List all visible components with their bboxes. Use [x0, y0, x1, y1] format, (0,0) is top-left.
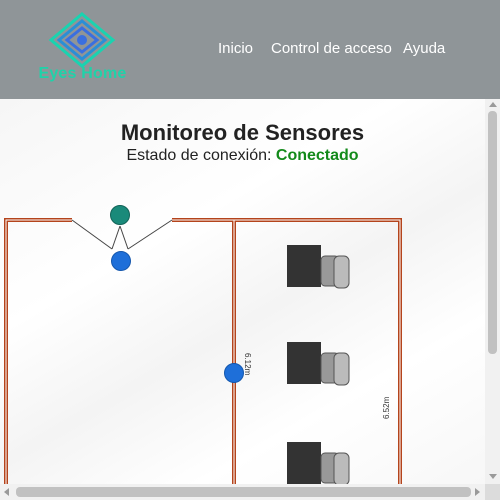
desk-2 [287, 342, 350, 386]
desk-3 [287, 442, 350, 484]
scroll-up-arrow-icon[interactable] [489, 102, 497, 107]
sensor-teal[interactable] [110, 205, 130, 225]
vertical-scrollbar[interactable] [485, 99, 500, 484]
eye-diamond-icon [48, 12, 116, 68]
dimension-label-room: 6.52m [382, 396, 391, 419]
scroll-left-arrow-icon[interactable] [4, 488, 9, 496]
nav-link-inicio[interactable]: Inicio [218, 40, 253, 57]
brand-name: Eyes Home [38, 65, 127, 82]
outer-wall-left [4, 218, 72, 484]
page-title: Monitoreo de Sensores [120, 120, 365, 145]
sensor-corridor-blue[interactable] [224, 363, 244, 383]
sensor-door-blue[interactable] [111, 251, 131, 271]
top-navbar: Eyes Home Inicio Control de acceso Ayuda [0, 0, 500, 99]
connection-status-value: Conectado [275, 147, 359, 164]
brand-logo[interactable]: Eyes Home [30, 12, 135, 87]
nav-link-control-acceso[interactable]: Control de acceso [271, 40, 392, 57]
scrollbar-corner [485, 484, 500, 500]
desk-1 [287, 245, 350, 289]
horizontal-scrollbar[interactable] [0, 484, 485, 500]
horizontal-scroll-thumb[interactable] [16, 487, 471, 497]
outer-wall-right [172, 218, 402, 484]
vertical-scroll-thumb[interactable] [488, 111, 497, 354]
connection-status-label: Estado de conexión: [126, 147, 272, 164]
nav-link-ayuda[interactable]: Ayuda [403, 40, 445, 57]
scroll-right-arrow-icon[interactable] [475, 488, 480, 496]
main-content: 6.12m 6.52m Monitoreo de Sensores Estado… [0, 99, 485, 484]
connection-status: Estado de conexión: Conectado [0, 147, 485, 165]
scroll-down-arrow-icon[interactable] [489, 474, 497, 479]
dimension-label-corridor: 6.12m [243, 353, 252, 376]
